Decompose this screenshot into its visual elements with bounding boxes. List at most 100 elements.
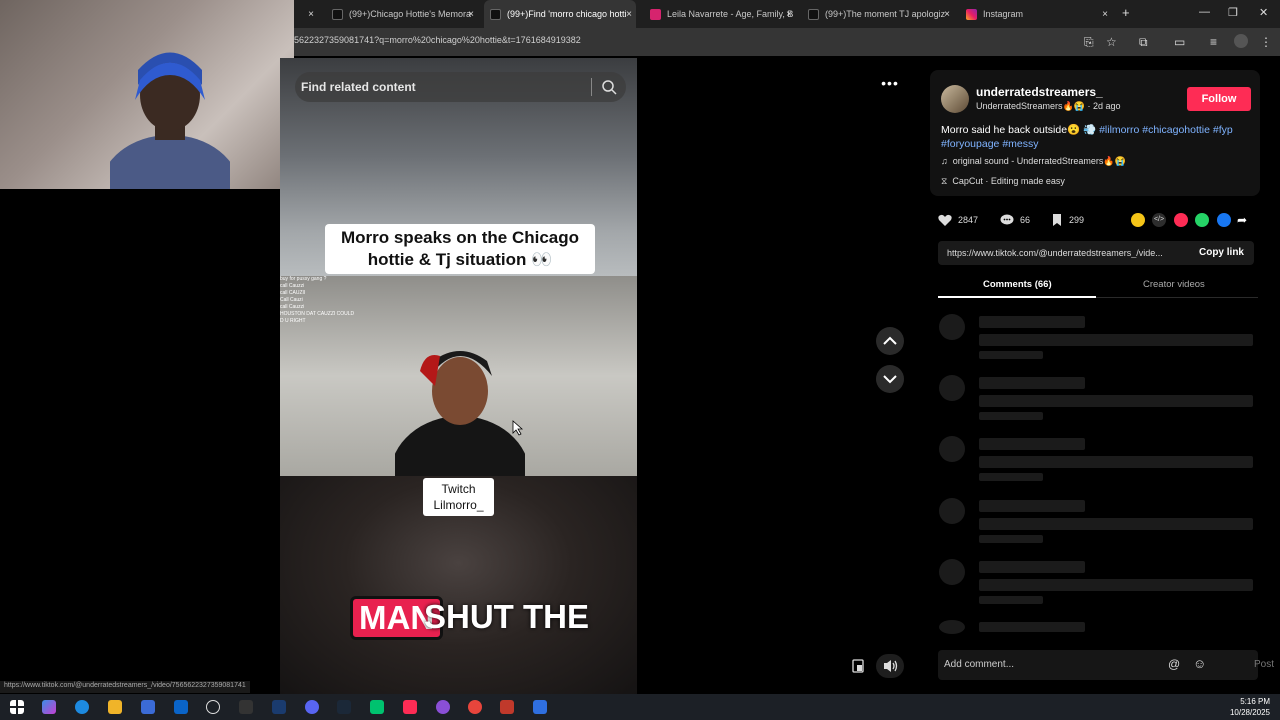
- streamer-in-video-image: [395, 351, 525, 476]
- close-tab-icon[interactable]: ×: [626, 9, 632, 20]
- avatar[interactable]: [941, 85, 969, 113]
- save-count: 299: [1069, 215, 1085, 225]
- next-video-button[interactable]: [876, 365, 904, 393]
- emoji-icon[interactable]: ☺: [1193, 656, 1206, 671]
- capcut-link[interactable]: ⧖ CapCut · Editing made easy: [941, 176, 1065, 187]
- stream-chat-overlay: buy for pussy gang ? call Cauzzi call CA…: [280, 276, 400, 336]
- epic-games-icon[interactable]: [239, 700, 253, 714]
- volume-button[interactable]: [876, 654, 904, 678]
- skeleton-avatar: [939, 436, 965, 462]
- store-icon[interactable]: [141, 700, 155, 714]
- restore-icon[interactable]: ❐: [1228, 6, 1238, 19]
- follow-button[interactable]: Follow: [1187, 87, 1251, 111]
- facebook-icon[interactable]: [1217, 213, 1231, 227]
- obs-icon[interactable]: [436, 700, 450, 714]
- skeleton-line: [979, 395, 1253, 407]
- hashtag-link[interactable]: #foryoupage: [941, 138, 999, 150]
- skeleton-avatar: [939, 620, 965, 634]
- app-red-icon[interactable]: [500, 700, 514, 714]
- skeleton-line: [979, 377, 1085, 389]
- username[interactable]: underratedstreamers_: [976, 85, 1103, 99]
- more-options-button[interactable]: •••: [875, 72, 905, 96]
- whatsapp-icon[interactable]: [1195, 213, 1209, 227]
- clock-app-icon[interactable]: [206, 700, 220, 714]
- app-icon[interactable]: [272, 700, 286, 714]
- famous-birthdays-icon: [650, 8, 661, 20]
- save-button[interactable]: 299: [1051, 214, 1084, 226]
- skeleton-line: [979, 535, 1043, 543]
- new-tab-button[interactable]: +: [1122, 5, 1130, 20]
- add-comment-input[interactable]: Add comment... @ ☺: [938, 650, 1258, 680]
- music-note-icon: ♫: [941, 156, 948, 166]
- chat-line: Call Cauzi: [280, 297, 303, 303]
- tab-chicago-hottie[interactable]: (99+)Chicago Hottie's Memora ×: [326, 0, 478, 28]
- hashtag-link[interactable]: #chicagohottie: [1142, 124, 1210, 136]
- hashtag-link[interactable]: #fyp: [1213, 124, 1233, 136]
- chat-line: call CAUZII: [280, 290, 306, 296]
- minimize-icon[interactable]: —: [1199, 6, 1210, 18]
- find-related-search[interactable]: Find related content: [295, 72, 626, 102]
- file-explorer-icon[interactable]: [108, 700, 122, 714]
- tab-partial[interactable]: ×: [294, 0, 320, 28]
- comment-button[interactable]: 66: [1000, 214, 1030, 226]
- close-tab-icon[interactable]: ×: [308, 9, 314, 20]
- video-player[interactable]: Find related content Morro speaks on the…: [280, 58, 637, 694]
- url-text[interactable]: 56223273590817​41?q=morro%20chicago%20ho…: [294, 35, 581, 45]
- previous-video-button[interactable]: [876, 327, 904, 355]
- bookmark-star-icon[interactable]: ☆: [1106, 35, 1117, 49]
- sidebar-icon[interactable]: ▭: [1174, 35, 1185, 49]
- tab-comments[interactable]: Comments (66): [983, 279, 1052, 290]
- coin-icon[interactable]: [1131, 213, 1145, 227]
- profile-avatar-icon[interactable]: [1234, 34, 1248, 48]
- webcam-overlay: [0, 0, 294, 189]
- pip-icon: [852, 659, 864, 673]
- app-green-icon[interactable]: [370, 700, 384, 714]
- copilot-icon[interactable]: [42, 700, 56, 714]
- close-tab-icon[interactable]: ×: [944, 9, 950, 20]
- close-tab-icon[interactable]: ×: [786, 9, 792, 20]
- search-divider: [591, 78, 592, 96]
- tab-leila-navarrete[interactable]: Leila Navarrete - Age, Family, B ×: [644, 0, 796, 28]
- sound-link[interactable]: ♫ original sound - UnderratedStreamers🔥😭: [941, 156, 1126, 167]
- hashtag-link[interactable]: #messy: [1002, 138, 1038, 150]
- post-info-card: underratedstreamers_ UnderratedStreamers…: [930, 70, 1260, 196]
- tab-tj-apologize[interactable]: (99+)The moment TJ apologiz ×: [802, 0, 954, 28]
- tiktok-taskbar-icon[interactable]: [403, 700, 417, 714]
- embed-code-icon[interactable]: </>: [1152, 213, 1166, 227]
- tiktok-icon: [808, 8, 819, 20]
- system-clock[interactable]: 5:16 PM 10/28/2025: [1230, 696, 1270, 718]
- chrome-icon[interactable]: [468, 700, 482, 714]
- send-icon[interactable]: [1174, 213, 1188, 227]
- clock-time: 5:16 PM: [1240, 697, 1270, 706]
- outlook-icon[interactable]: [174, 700, 188, 714]
- chat-line: call Cauzzi: [280, 283, 305, 289]
- tab-creator-videos[interactable]: Creator videos: [1143, 279, 1205, 290]
- tab-instagram[interactable]: Instagram ×: [960, 0, 1112, 28]
- edge-icon[interactable]: [75, 700, 89, 714]
- skeleton-avatar: [939, 559, 965, 585]
- windows-start-icon[interactable]: [10, 700, 24, 714]
- extensions-icon[interactable]: ⧉: [1139, 35, 1148, 50]
- copy-link-button[interactable]: Copy link: [1199, 247, 1244, 258]
- app-blue-icon[interactable]: [533, 700, 547, 714]
- chat-line: buy for pussy gang ?: [280, 276, 327, 282]
- share-arrow-icon[interactable]: ➦: [1237, 213, 1251, 227]
- tab-search-icon[interactable]: ≡: [1210, 35, 1217, 49]
- post-comment-button[interactable]: Post: [1254, 659, 1274, 670]
- close-tab-icon[interactable]: ×: [468, 9, 474, 20]
- tab-find-morro[interactable]: (99+)Find 'morro chicago hotti ×: [484, 0, 636, 28]
- display-name-line: UnderratedStreamers🔥😭 · 2d ago: [976, 101, 1121, 111]
- steam-icon[interactable]: [337, 700, 351, 714]
- discord-icon[interactable]: [305, 700, 319, 714]
- skeleton-line: [979, 412, 1043, 420]
- mention-icon[interactable]: @: [1168, 657, 1180, 671]
- install-app-icon[interactable]: ⎘: [1084, 35, 1094, 50]
- close-tab-icon[interactable]: ×: [1102, 9, 1108, 20]
- search-icon[interactable]: [600, 78, 618, 96]
- hashtag-link[interactable]: #lilmorro: [1099, 124, 1139, 136]
- share-link-text[interactable]: https://www.tiktok.com/@underratedstream…: [947, 248, 1182, 258]
- picture-in-picture-button[interactable]: [845, 656, 871, 676]
- close-window-icon[interactable]: ✕: [1259, 6, 1268, 19]
- like-button[interactable]: 2847: [938, 214, 978, 226]
- menu-kebab-icon[interactable]: ⋮: [1260, 35, 1272, 49]
